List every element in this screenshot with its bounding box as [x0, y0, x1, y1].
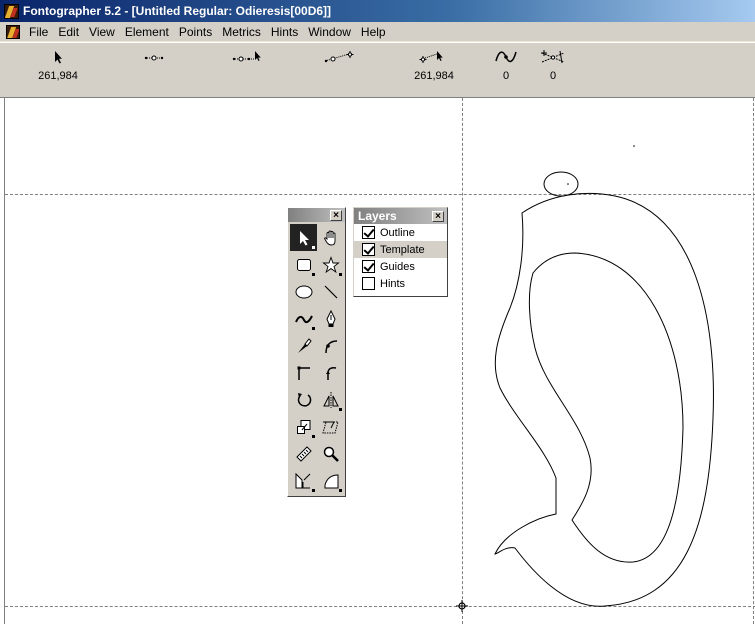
- document-menu-icon[interactable]: [6, 24, 20, 39]
- menu-hints[interactable]: Hints: [266, 23, 303, 41]
- glyph-outline[interactable]: [5, 98, 755, 624]
- hand-tool-icon: [323, 230, 335, 245]
- pen-tool[interactable]: [317, 305, 344, 332]
- layers-title: Layers: [358, 209, 397, 223]
- calligraphy-tool[interactable]: [317, 467, 344, 494]
- arrow-cursor-icon: [55, 51, 62, 64]
- freehand-tool-icon: [294, 315, 313, 323]
- measure-tool-icon: [295, 445, 312, 462]
- menu-file[interactable]: File: [24, 23, 53, 41]
- layer-outline[interactable]: Outline: [354, 224, 447, 241]
- layer-label: Template: [380, 243, 425, 256]
- info-point-drag: [230, 49, 266, 83]
- menu-points[interactable]: Points: [174, 23, 217, 41]
- ellipse-tool[interactable]: [290, 278, 317, 305]
- tangent-point-tool-icon: [325, 366, 336, 380]
- layer-label: Guides: [380, 260, 415, 273]
- layer-hints-checkbox[interactable]: [362, 277, 375, 290]
- scale-tool[interactable]: [290, 413, 317, 440]
- rotate-tool[interactable]: [290, 386, 317, 413]
- knife-tool[interactable]: [290, 332, 317, 359]
- info-curve: 0: [493, 49, 519, 83]
- point-handles-icon: [144, 55, 164, 61]
- curve-point-tool[interactable]: [317, 332, 344, 359]
- tangent-point-tool[interactable]: [317, 359, 344, 386]
- window-title: Fontographer 5.2 - [Untitled Regular: Od…: [23, 4, 332, 18]
- layer-outline-checkbox[interactable]: [362, 226, 375, 239]
- pen-tool-icon: [325, 309, 336, 327]
- layer-label: Outline: [380, 226, 415, 239]
- menu-view[interactable]: View: [84, 23, 120, 41]
- line-tool-icon: [324, 285, 337, 298]
- info-hint-angle: 0: [539, 49, 567, 83]
- outer-contour[interactable]: [494, 192, 714, 607]
- hand-tool[interactable]: [317, 224, 344, 251]
- star-tool-icon: [321, 255, 340, 273]
- freehand-tool[interactable]: [290, 305, 317, 332]
- close-icon[interactable]: ×: [432, 211, 444, 222]
- zoom-tool-icon: [323, 446, 339, 462]
- perspective-tool[interactable]: [290, 467, 317, 494]
- info-point-offset: 261,984: [412, 49, 456, 83]
- corner-point-tool[interactable]: [290, 359, 317, 386]
- title-bar: Fontographer 5.2 - [Untitled Regular: Od…: [0, 0, 755, 22]
- menu-edit[interactable]: Edit: [53, 23, 84, 41]
- menu-metrics[interactable]: Metrics: [217, 23, 266, 41]
- knife-tool-icon: [297, 337, 312, 353]
- measure-tool[interactable]: [290, 440, 317, 467]
- tool-palette[interactable]: ×: [287, 207, 346, 497]
- pointer-tool-icon: [299, 230, 309, 245]
- skew-tool-icon: [321, 421, 339, 433]
- info-bar: 261,984 261,984 0 0: [0, 42, 755, 98]
- skew-tool[interactable]: [317, 413, 344, 440]
- info-cursor-position: 261,984: [38, 49, 78, 83]
- layers-palette[interactable]: Layers × Outline Template Guides Hints: [353, 207, 448, 297]
- line-tool[interactable]: [317, 278, 344, 305]
- layers-palette-title-bar[interactable]: Layers ×: [354, 208, 447, 224]
- point-move-icon: [324, 51, 354, 63]
- curve-icon: [495, 51, 517, 63]
- tool-palette-title-bar[interactable]: ×: [288, 208, 345, 222]
- menu-window[interactable]: Window: [303, 23, 356, 41]
- star-tool[interactable]: [317, 251, 344, 278]
- info-point-move: [322, 49, 358, 83]
- hint-angle-icon: [541, 50, 565, 64]
- menu-help[interactable]: Help: [356, 23, 391, 41]
- calligraphy-tool-icon: [324, 473, 338, 488]
- reflect-tool[interactable]: [317, 386, 344, 413]
- menu-element[interactable]: Element: [120, 23, 174, 41]
- fontographer-app-icon: [4, 3, 19, 19]
- info-point-handles: [140, 49, 168, 83]
- close-icon[interactable]: ×: [330, 210, 342, 221]
- perspective-tool-icon: [295, 472, 310, 488]
- layer-hints[interactable]: Hints: [354, 275, 447, 292]
- rotate-tool-icon: [297, 392, 311, 407]
- scale-tool-icon: [296, 419, 310, 434]
- layer-template-checkbox[interactable]: [362, 243, 375, 256]
- ellipse-tool-icon: [295, 285, 312, 298]
- menu-bar: File Edit View Element Points Metrics Hi…: [0, 22, 755, 42]
- rectangle-tool[interactable]: [290, 251, 317, 278]
- point-offset-icon: [419, 51, 443, 63]
- reflect-tool-icon: [322, 391, 339, 408]
- zoom-tool[interactable]: [317, 440, 344, 467]
- layer-template[interactable]: Template: [354, 241, 447, 258]
- glyph-canvas[interactable]: [4, 98, 755, 624]
- pointer-tool[interactable]: [290, 224, 317, 251]
- rectangle-tool-icon: [296, 258, 311, 271]
- layer-guides[interactable]: Guides: [354, 258, 447, 275]
- curve-point-tool-icon: [324, 339, 337, 353]
- dieresis-dot-contour[interactable]: [543, 171, 579, 197]
- point-drag-icon: [232, 51, 261, 62]
- origin-marker[interactable]: [456, 600, 468, 612]
- corner-point-tool-icon: [297, 366, 310, 380]
- inner-contour[interactable]: [528, 252, 684, 563]
- layer-label: Hints: [380, 277, 406, 290]
- layer-guides-checkbox[interactable]: [362, 260, 375, 273]
